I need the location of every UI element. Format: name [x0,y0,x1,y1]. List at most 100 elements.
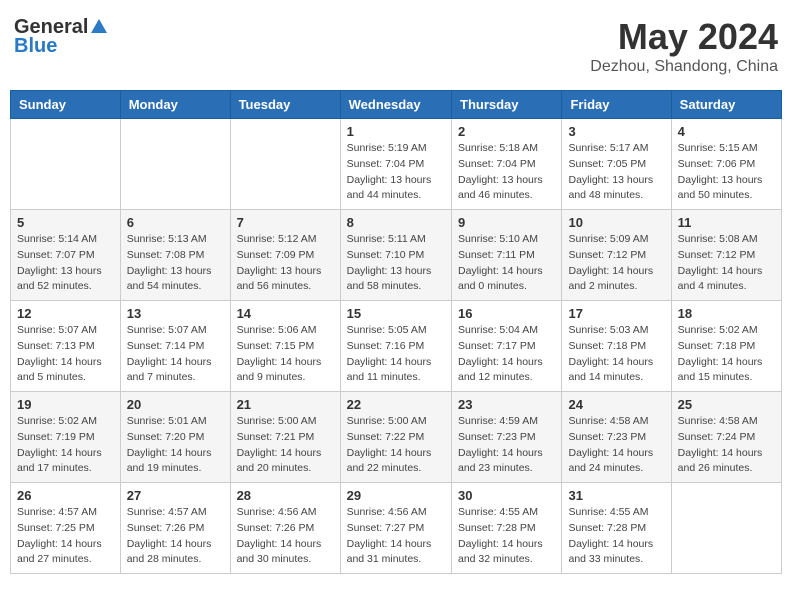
day-info: Sunrise: 5:15 AMSunset: 7:06 PMDaylight:… [678,141,775,204]
day-number: 15 [347,306,445,321]
day-cell: 14 Sunrise: 5:06 AMSunset: 7:15 PMDayligh… [230,301,340,392]
day-number: 7 [237,215,334,230]
day-info: Sunrise: 5:00 AMSunset: 7:21 PMDaylight:… [237,414,334,477]
day-cell: 15Sunrise: 5:05 AMSunset: 7:16 PMDayligh… [340,301,451,392]
day-info: Sunrise: 4:57 AMSunset: 7:26 PMDaylight:… [127,505,224,568]
day-info: Sunrise: 5:09 AMSunset: 7:12 PMDaylight:… [568,232,664,295]
week-row-1: 1Sunrise: 5:19 AMSunset: 7:04 PMDaylight… [11,119,782,210]
day-cell: 30Sunrise: 4:55 AMSunset: 7:28 PMDayligh… [452,483,562,574]
day-number: 22 [347,397,445,412]
location-title: Dezhou, Shandong, China [590,58,778,76]
day-number: 4 [678,124,775,139]
day-info: Sunrise: 4:57 AMSunset: 7:25 PMDaylight:… [17,505,114,568]
column-header-thursday: Thursday [452,91,562,119]
day-cell: 25 Sunrise: 4:58 AMSunset: 7:24 PMDayligh… [671,392,781,483]
day-cell: 11 Sunrise: 5:08 AMSunset: 7:12 PMDayligh… [671,210,781,301]
day-info: Sunrise: 5:13 AMSunset: 7:08 PMDaylight:… [127,232,224,295]
day-cell: 26Sunrise: 4:57 AMSunset: 7:25 PMDayligh… [11,483,121,574]
day-number: 3 [568,124,664,139]
day-cell: 23Sunrise: 4:59 AMSunset: 7:23 PMDayligh… [452,392,562,483]
day-cell: 6 Sunrise: 5:13 AMSunset: 7:08 PMDaylight… [120,210,230,301]
day-cell: 3 Sunrise: 5:17 AMSunset: 7:05 PMDaylight… [562,119,671,210]
day-info: Sunrise: 5:11 AMSunset: 7:10 PMDaylight:… [347,232,445,295]
day-number: 21 [237,397,334,412]
column-header-sunday: Sunday [11,91,121,119]
day-cell: 20 Sunrise: 5:01 AMSunset: 7:20 PMDayligh… [120,392,230,483]
day-number: 18 [678,306,775,321]
day-info: Sunrise: 5:01 AMSunset: 7:20 PMDaylight:… [127,414,224,477]
day-info: Sunrise: 5:07 AMSunset: 7:14 PMDaylight:… [127,323,224,386]
column-header-wednesday: Wednesday [340,91,451,119]
day-info: Sunrise: 5:06 AMSunset: 7:15 PMDaylight:… [237,323,334,386]
day-info: Sunrise: 5:04 AMSunset: 7:17 PMDaylight:… [458,323,555,386]
logo-blue-text: Blue [14,35,57,58]
week-row-4: 19 Sunrise: 5:02 AMSunset: 7:19 PMDayligh… [11,392,782,483]
logo: General Blue [14,16,108,58]
day-info: Sunrise: 5:10 AMSunset: 7:11 PMDaylight:… [458,232,555,295]
day-number: 29 [347,488,445,503]
day-info: Sunrise: 5:02 AMSunset: 7:18 PMDaylight:… [678,323,775,386]
day-info: Sunrise: 5:12 AMSunset: 7:09 PMDaylight:… [237,232,334,295]
column-header-monday: Monday [120,91,230,119]
day-number: 12 [17,306,114,321]
day-number: 25 [678,397,775,412]
day-cell [11,119,121,210]
day-info: Sunrise: 5:03 AMSunset: 7:18 PMDaylight:… [568,323,664,386]
day-number: 27 [127,488,224,503]
day-info: Sunrise: 5:14 AMSunset: 7:07 PMDaylight:… [17,232,114,295]
week-row-5: 26Sunrise: 4:57 AMSunset: 7:25 PMDayligh… [11,483,782,574]
day-number: 10 [568,215,664,230]
day-number: 19 [17,397,114,412]
day-number: 9 [458,215,555,230]
day-number: 31 [568,488,664,503]
day-cell: 7 Sunrise: 5:12 AMSunset: 7:09 PMDaylight… [230,210,340,301]
day-info: Sunrise: 4:58 AMSunset: 7:23 PMDaylight:… [568,414,664,477]
day-number: 13 [127,306,224,321]
column-header-friday: Friday [562,91,671,119]
day-number: 2 [458,124,555,139]
day-number: 28 [237,488,334,503]
day-number: 8 [347,215,445,230]
day-cell: 5Sunrise: 5:14 AMSunset: 7:07 PMDaylight… [11,210,121,301]
day-info: Sunrise: 5:00 AMSunset: 7:22 PMDaylight:… [347,414,445,477]
day-cell: 19 Sunrise: 5:02 AMSunset: 7:19 PMDayligh… [11,392,121,483]
day-cell: 4 Sunrise: 5:15 AMSunset: 7:06 PMDaylight… [671,119,781,210]
day-cell: 29 Sunrise: 4:56 AMSunset: 7:27 PMDayligh… [340,483,451,574]
title-section: May 2024 Dezhou, Shandong, China [590,16,778,76]
day-info: Sunrise: 4:58 AMSunset: 7:24 PMDaylight:… [678,414,775,477]
day-cell: 16 Sunrise: 5:04 AMSunset: 7:17 PMDayligh… [452,301,562,392]
day-info: Sunrise: 4:59 AMSunset: 7:23 PMDaylight:… [458,414,555,477]
day-number: 20 [127,397,224,412]
day-number: 17 [568,306,664,321]
day-cell: 13 Sunrise: 5:07 AMSunset: 7:14 PMDayligh… [120,301,230,392]
week-row-3: 12 Sunrise: 5:07 AMSunset: 7:13 PMDayligh… [11,301,782,392]
day-number: 16 [458,306,555,321]
day-cell: 2Sunrise: 5:18 AMSunset: 7:04 PMDaylight… [452,119,562,210]
day-info: Sunrise: 5:02 AMSunset: 7:19 PMDaylight:… [17,414,114,477]
day-info: Sunrise: 5:07 AMSunset: 7:13 PMDaylight:… [17,323,114,386]
calendar-header-row: SundayMondayTuesdayWednesdayThursdayFrid… [11,91,782,119]
day-info: Sunrise: 4:56 AMSunset: 7:26 PMDaylight:… [237,505,334,568]
day-info: Sunrise: 4:55 AMSunset: 7:28 PMDaylight:… [568,505,664,568]
day-cell: 28 Sunrise: 4:56 AMSunset: 7:26 PMDayligh… [230,483,340,574]
day-cell: 24 Sunrise: 4:58 AMSunset: 7:23 PMDayligh… [562,392,671,483]
day-number: 6 [127,215,224,230]
week-row-2: 5Sunrise: 5:14 AMSunset: 7:07 PMDaylight… [11,210,782,301]
column-header-tuesday: Tuesday [230,91,340,119]
day-info: Sunrise: 5:17 AMSunset: 7:05 PMDaylight:… [568,141,664,204]
month-title: May 2024 [590,16,778,58]
day-cell [671,483,781,574]
day-number: 1 [347,124,445,139]
day-cell: 8 Sunrise: 5:11 AMSunset: 7:10 PMDaylight… [340,210,451,301]
day-info: Sunrise: 5:08 AMSunset: 7:12 PMDaylight:… [678,232,775,295]
column-header-saturday: Saturday [671,91,781,119]
day-number: 14 [237,306,334,321]
day-cell: 9 Sunrise: 5:10 AMSunset: 7:11 PMDaylight… [452,210,562,301]
day-number: 24 [568,397,664,412]
day-info: Sunrise: 4:56 AMSunset: 7:27 PMDaylight:… [347,505,445,568]
page-header: General Blue May 2024 Dezhou, Shandong, … [10,10,782,82]
day-cell: 22 Sunrise: 5:00 AMSunset: 7:22 PMDayligh… [340,392,451,483]
day-cell: 21 Sunrise: 5:00 AMSunset: 7:21 PMDayligh… [230,392,340,483]
day-cell [120,119,230,210]
day-number: 11 [678,215,775,230]
